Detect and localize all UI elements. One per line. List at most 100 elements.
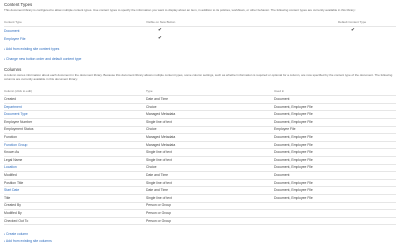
column-used-in: Document, Employee File [274, 119, 313, 124]
column-type: Date and Time [146, 97, 169, 101]
column-name-link[interactable]: Created By [4, 203, 21, 207]
row-divider [4, 209, 396, 210]
ct-document-visible-check-icon: ✔ [158, 27, 162, 33]
column-name-link[interactable]: Employment Status [4, 127, 33, 131]
table-row: Department Choice Document, Employee File [0, 105, 400, 111]
column-type: Person or Group [146, 211, 172, 215]
ct-col-visible: Visible on New Button [146, 20, 176, 24]
table-row: Modified By Person or Group [0, 211, 400, 217]
row-divider [4, 186, 396, 187]
content-types-heading: Content Types [4, 2, 33, 7]
column-used-in: Document [274, 173, 290, 177]
add-existing-site-columns-link[interactable]: ▪ Add from existing site columns [4, 239, 52, 244]
column-type: Managed Metadata [146, 135, 176, 139]
row-divider [4, 171, 396, 172]
table-row: Location Choice Document, Employee File [0, 165, 400, 171]
row-divider [4, 148, 396, 149]
column-used-in: Employee File [274, 127, 296, 132]
table-row: Employee Number Single line of text Docume… [0, 120, 400, 126]
column-used-in: Document, Employee File [274, 195, 313, 200]
column-name-link[interactable]: Employee Number [4, 120, 32, 124]
table-row: Known As Single line of text Document, Emp… [0, 150, 400, 156]
column-used-in: Document, Employee File [274, 104, 313, 109]
column-type: Person or Group [146, 218, 172, 223]
row-divider [4, 224, 396, 225]
column-name-link[interactable]: Document Type [4, 112, 28, 116]
create-column-link[interactable]: ▪ Create column [4, 232, 28, 237]
table-row: Modified Date and Time Document [0, 173, 400, 179]
column-type: Person or Group [146, 203, 172, 208]
ct-document-default-check-icon: ✔ [351, 27, 355, 33]
content-types-description: This document library is configured to a… [4, 8, 356, 12]
column-name-link[interactable]: Legal Name [4, 158, 22, 162]
column-type: Single line of text [146, 119, 172, 124]
column-type: Single line of text [146, 150, 172, 155]
column-type: Choice [146, 127, 157, 132]
column-used-in: Document, Employee File [274, 188, 313, 193]
column-type: Date and Time [146, 188, 169, 193]
library-settings-page: Content Types This document library is c… [0, 0, 400, 247]
bullet-icon: ▪ [4, 232, 6, 236]
table-row: Start Date Date and Time Document, Employe… [0, 188, 400, 194]
column-used-in: Document, Employee File [274, 135, 313, 139]
column-name-link[interactable]: Function Group [4, 143, 27, 147]
row-divider [4, 125, 396, 127]
row-divider [4, 110, 396, 111]
column-name-link[interactable]: Title [4, 196, 10, 200]
ct-row-employee-file[interactable]: Employee File [4, 37, 25, 41]
row-divider [4, 178, 396, 180]
column-type: Single line of text [146, 157, 172, 162]
col-header-used-in: Used in [274, 89, 285, 93]
columns-heading: Columns [4, 67, 22, 72]
row-divider [4, 201, 396, 203]
column-name-link[interactable]: Modified By [4, 211, 22, 215]
add-existing-content-types-link[interactable]: ▪ Add from existing site content types [4, 47, 59, 52]
bullet-icon: ▪ [4, 57, 6, 61]
column-type: Choice [146, 104, 157, 109]
row-divider [4, 194, 396, 195]
row-divider [4, 133, 396, 134]
column-name-link[interactable]: Known As [4, 150, 19, 154]
column-name-link[interactable]: Checked Out To [4, 219, 28, 223]
col-header-column: Column (click to edit) [4, 89, 33, 93]
columns-header-divider [4, 94, 396, 95]
ct-col-content-type: Content Type [4, 20, 22, 24]
row-divider [4, 140, 396, 142]
row-divider [4, 118, 396, 119]
column-name-link[interactable]: Location [4, 165, 17, 169]
column-name-link[interactable]: Function [4, 135, 17, 139]
table-row: Checked Out To Person or Group [0, 219, 400, 225]
table-row: Title Single line of text Document, Employ… [0, 196, 400, 202]
column-type: Managed Metadata [146, 142, 176, 147]
table-row: Function Managed Metadata Document, Employ… [0, 135, 400, 141]
table-row: Employment Status Choice Employee File [0, 127, 400, 133]
column-used-in: Document, Employee File [274, 165, 313, 170]
table-row: Position Title Single line of text Documen… [0, 181, 400, 187]
ct-employee-file-visible-check-icon: ✔ [158, 35, 162, 41]
column-type: Managed Metadata [146, 112, 176, 117]
table-row: Created Date and Time Document [0, 97, 400, 103]
column-type: Single line of text [146, 180, 172, 185]
col-header-type: Type [146, 89, 153, 93]
column-used-in: Document, Employee File [274, 150, 313, 155]
table-row: Function Group Managed Metadata Document, … [0, 143, 400, 149]
change-button-order-link[interactable]: ▪ Change new button order and default co… [4, 57, 81, 62]
ct-row-document[interactable]: Document [4, 29, 19, 33]
column-type: Single line of text [146, 195, 172, 200]
ct-col-default: Default Content Type [338, 20, 367, 24]
table-row: Legal Name Single line of text Document, E… [0, 158, 400, 164]
column-name-link[interactable]: Modified [4, 173, 17, 177]
column-used-in: Document, Employee File [274, 112, 313, 117]
table-row: Document Type Managed Metadata Document, E… [0, 112, 400, 118]
table-row: Created By Person or Group [0, 203, 400, 209]
column-name-link[interactable]: Department [4, 105, 22, 109]
column-name-link[interactable]: Created [4, 97, 16, 101]
ct-header-divider [4, 25, 396, 26]
column-used-in: Document, Employee File [274, 157, 313, 162]
row-divider [4, 102, 396, 104]
row-divider [4, 216, 396, 218]
column-type: Date and Time [146, 173, 169, 177]
row-divider [4, 156, 396, 157]
column-name-link[interactable]: Start Date [4, 188, 19, 192]
column-name-link[interactable]: Position Title [4, 181, 23, 185]
